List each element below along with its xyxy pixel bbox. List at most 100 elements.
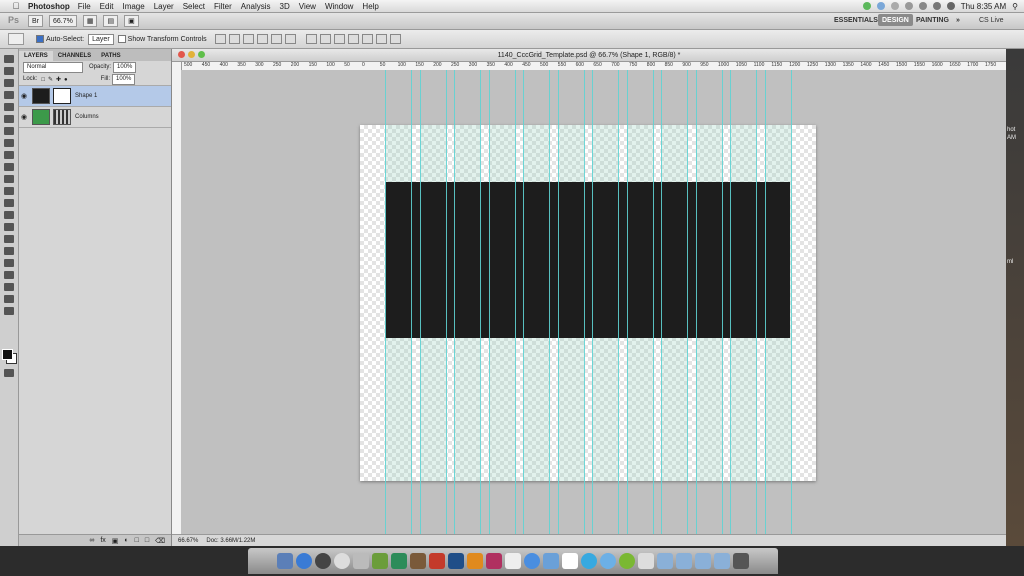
status-sync-icon[interactable] [876, 2, 885, 10]
status-doc-size[interactable]: Doc: 3.66M/1.22M [206, 538, 255, 544]
acrobat-icon[interactable] [505, 553, 521, 569]
dodge-tool-icon[interactable] [4, 211, 14, 219]
menu-select[interactable]: Select [183, 2, 205, 11]
quick-mask-icon[interactable] [4, 369, 14, 377]
guide-line[interactable] [583, 70, 585, 534]
layer-row-columns[interactable]: ◉ Columns [19, 107, 171, 128]
app-icon[interactable] [391, 553, 407, 569]
menu-filter[interactable]: Filter [214, 2, 232, 11]
gradient-tool-icon[interactable] [4, 187, 14, 195]
folder-icon[interactable] [695, 553, 711, 569]
guide-line[interactable] [687, 70, 688, 534]
guide-line[interactable] [790, 70, 792, 534]
workspace-painting[interactable]: PAINTING [912, 14, 953, 26]
hand-tool-icon[interactable] [4, 295, 14, 303]
zoom-tool-icon[interactable] [4, 307, 14, 315]
menu-file[interactable]: File [78, 2, 91, 11]
canvas-area[interactable] [181, 70, 1006, 534]
more-workspaces-icon[interactable]: » [952, 14, 964, 26]
foreground-color-swatch[interactable] [2, 349, 13, 360]
menu-edit[interactable]: Edit [100, 2, 114, 11]
evernote-icon[interactable] [372, 553, 388, 569]
menu-window[interactable]: Window [325, 2, 353, 11]
align-bottom-icon[interactable] [242, 34, 254, 44]
lasso-tool-icon[interactable] [4, 79, 14, 87]
path-select-tool-icon[interactable] [4, 247, 14, 255]
blend-mode-dropdown[interactable]: Normal [23, 61, 83, 73]
minimize-window-icon[interactable] [188, 51, 195, 58]
menubar-clock[interactable]: Thu 8:35 AM [961, 2, 1006, 11]
folder-icon[interactable] [676, 553, 692, 569]
eraser-tool-icon[interactable] [4, 175, 14, 183]
wifi-icon[interactable] [918, 2, 927, 10]
blur-tool-icon[interactable] [4, 199, 14, 207]
document-canvas[interactable] [360, 125, 816, 481]
menu-view[interactable]: View [299, 2, 316, 11]
guide-line[interactable] [695, 70, 697, 534]
menu-image[interactable]: Image [122, 2, 144, 11]
guide-line[interactable] [730, 70, 731, 534]
app-icon[interactable] [543, 553, 559, 569]
guide-line[interactable] [592, 70, 593, 534]
guide-line[interactable] [385, 70, 386, 534]
messages-icon[interactable] [600, 553, 616, 569]
guide-line[interactable] [419, 70, 421, 534]
delete-layer-icon[interactable]: ⌫ [155, 537, 165, 545]
screen-mode-button[interactable]: ▣ [124, 15, 139, 27]
zoom-level-select[interactable]: 66.7% [49, 15, 77, 27]
tab-paths[interactable]: PATHS [96, 51, 125, 61]
calendar-icon[interactable] [562, 553, 578, 569]
volume-icon[interactable] [932, 2, 941, 10]
crop-tool-icon[interactable] [4, 103, 14, 111]
guide-line[interactable] [764, 70, 766, 534]
lock-icons[interactable]: □✎✚● [41, 76, 70, 83]
spotify-icon[interactable] [619, 553, 635, 569]
guide-line[interactable] [618, 70, 619, 534]
dashboard-icon[interactable] [315, 553, 331, 569]
add-mask-icon[interactable]: ▣ [112, 537, 119, 545]
clone-stamp-tool-icon[interactable] [4, 151, 14, 159]
cs-live-button[interactable]: CS Live [975, 14, 1008, 26]
skype-icon[interactable] [581, 553, 597, 569]
guide-line[interactable] [480, 70, 481, 534]
guide-line[interactable] [756, 70, 757, 534]
arrange-documents-button[interactable]: ▤ [103, 15, 119, 27]
guide-line[interactable] [626, 70, 628, 534]
status-app-icon[interactable] [862, 2, 871, 10]
guide-line[interactable] [557, 70, 559, 534]
clock-icon[interactable] [334, 553, 350, 569]
new-group-icon[interactable]: □ [135, 537, 139, 544]
align-right-icon[interactable] [284, 34, 296, 44]
guide-line[interactable] [454, 70, 455, 534]
workspace-design[interactable]: DESIGN [878, 14, 913, 26]
guide-line[interactable] [652, 70, 654, 534]
spotlight-icon[interactable]: ⚲ [1012, 2, 1018, 11]
guide-line[interactable] [445, 70, 447, 534]
3d-camera-tool-icon[interactable] [4, 283, 14, 291]
launch-bridge-button[interactable]: Br [28, 15, 43, 27]
link-layers-icon[interactable]: ∞ [89, 537, 94, 544]
new-layer-icon[interactable]: □ [145, 537, 149, 544]
move-tool-preset-icon[interactable] [8, 33, 24, 45]
chrome-icon[interactable] [524, 553, 540, 569]
type-tool-icon[interactable] [4, 235, 14, 243]
guide-line[interactable] [411, 70, 412, 534]
eyedropper-tool-icon[interactable] [4, 115, 14, 123]
distribute-right-icon[interactable] [375, 34, 387, 44]
fill-field[interactable]: 100% [112, 73, 136, 85]
auto-align-icon[interactable] [389, 34, 401, 44]
guide-line[interactable] [549, 70, 550, 534]
app-icon[interactable] [638, 553, 654, 569]
distribute-left-icon[interactable] [347, 34, 359, 44]
indesign-icon[interactable] [486, 553, 502, 569]
guide-line[interactable] [488, 70, 490, 534]
app-menu[interactable]: Photoshop [28, 2, 70, 11]
visibility-eye-icon[interactable]: ◉ [19, 113, 29, 121]
illustrator-icon[interactable] [467, 553, 483, 569]
align-left-icon[interactable] [256, 34, 268, 44]
healing-brush-tool-icon[interactable] [4, 127, 14, 135]
status-zoom[interactable]: 66.67% [178, 538, 198, 544]
pen-tool-icon[interactable] [4, 223, 14, 231]
tab-channels[interactable]: CHANNELS [53, 51, 96, 61]
align-vcenter-icon[interactable] [228, 34, 240, 44]
